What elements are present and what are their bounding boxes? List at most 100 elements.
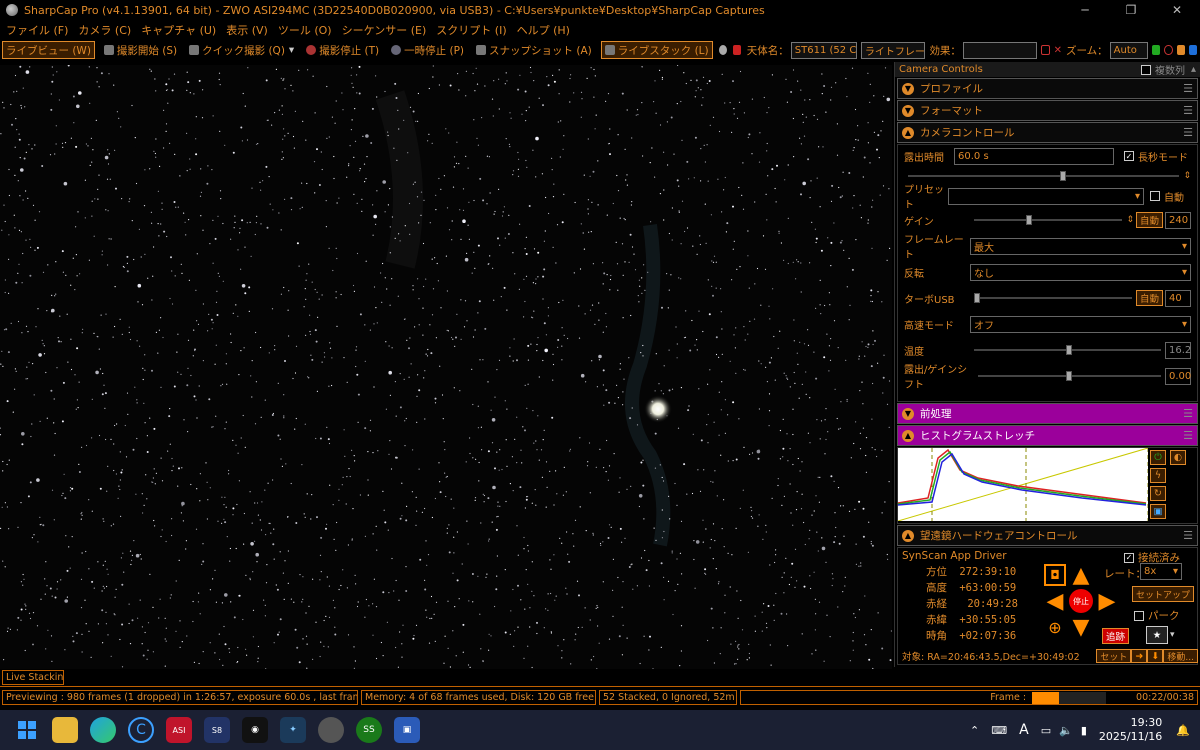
turbo-usb-value[interactable]: 40 (1165, 289, 1191, 307)
offset-slider[interactable] (978, 371, 1161, 381)
menu-icon[interactable]: ☰ (1183, 529, 1193, 542)
histogram-plot[interactable] (898, 448, 1148, 521)
slider-knob[interactable] (974, 293, 980, 303)
menu-icon[interactable]: ☰ (1183, 104, 1193, 117)
stellarium-icon[interactable]: S8 (204, 717, 230, 743)
astro-app-icon[interactable]: ✦ (280, 717, 306, 743)
stop-capture-button[interactable]: 撮影停止 (T) (303, 41, 382, 59)
notification-bell-icon[interactable]: 🔔 (1176, 724, 1190, 737)
arrow-right-icon[interactable]: ▶ (1094, 588, 1120, 614)
target-icon[interactable] (1164, 45, 1173, 55)
phd-guiding-icon[interactable]: ◉ (242, 717, 268, 743)
start-capture-button[interactable]: 撮影開始 (S) (101, 41, 180, 59)
histogram-icon[interactable] (1152, 45, 1161, 55)
windows-start-icon[interactable] (14, 717, 40, 743)
quick-capture-button[interactable]: クイック撮影 (Q) ▾ (186, 41, 297, 59)
clock[interactable]: 19:30 2025/11/16 (1099, 716, 1162, 744)
section-telescope[interactable]: ▲ 望遠鏡ハードウェアコントロール ☰ (897, 525, 1198, 546)
menu-icon[interactable]: ☰ (1183, 429, 1193, 442)
arrow-right-icon[interactable]: ➜ (1131, 649, 1148, 663)
network-icon[interactable]: ▭ (1041, 724, 1051, 737)
arrow-down-icon[interactable]: ⬇ (1147, 649, 1164, 663)
spin-icon[interactable]: ⇕ (1183, 171, 1191, 181)
pause-button[interactable]: 一時停止 (P) (388, 41, 467, 59)
menu-icon[interactable]: ☰ (1183, 126, 1193, 139)
preset-auto-checkbox[interactable] (1150, 191, 1160, 201)
section-camera-control[interactable]: ▲ カメラコントロール ☰ (897, 122, 1198, 143)
chevron-down-icon[interactable]: ▾ (1170, 630, 1175, 640)
preset-select[interactable]: ▾ (948, 187, 1144, 205)
save-icon[interactable]: ▣ (1150, 504, 1166, 519)
flip-select[interactable]: なし ▾ (970, 263, 1191, 281)
stop-button[interactable]: 停止 (1069, 589, 1093, 613)
menu-view[interactable]: 表示 (V) (226, 22, 268, 38)
gain-auto-button[interactable]: 自動 (1135, 212, 1163, 228)
sharpcap-taskbar-icon[interactable] (318, 717, 344, 743)
exposure-slider[interactable] (908, 171, 1180, 181)
flame-icon[interactable] (1176, 45, 1185, 55)
section-format[interactable]: ▼ フォーマット ☰ (897, 100, 1198, 121)
reticle-icon[interactable] (1041, 45, 1050, 55)
copilot-icon[interactable]: C (128, 717, 154, 743)
close-icon[interactable]: ✕ (1154, 0, 1200, 20)
menu-scripting[interactable]: スクリプト (I) (436, 22, 506, 38)
menu-capture[interactable]: キャプチャ (U) (141, 22, 216, 38)
menu-camera[interactable]: カメラ (C) (78, 22, 131, 38)
arrow-up-icon[interactable]: ▲ (1068, 562, 1094, 588)
section-histogram[interactable]: ▲ ヒストグラムストレッチ ☰ (897, 425, 1198, 446)
section-profile[interactable]: ▼ プロファイル ☰ (897, 78, 1198, 99)
menu-tools[interactable]: ツール (O) (278, 22, 332, 38)
chevron-up-icon[interactable]: ⌃ (970, 724, 979, 737)
long-mode-checkbox[interactable]: ✓ (1124, 151, 1134, 161)
keyboard-icon[interactable]: ⌨ (991, 724, 1007, 737)
highspeed-select[interactable]: オフ ▾ (970, 315, 1191, 333)
arrow-down-icon[interactable]: ▼ (1068, 614, 1094, 640)
live-view-button[interactable]: ライブビュー (W) (2, 41, 95, 59)
snapshot-button[interactable]: スナップショット (A) (473, 41, 595, 59)
crosshair-icon[interactable]: ✕ (1054, 45, 1062, 56)
rate-select[interactable]: 8x ▾ (1140, 563, 1182, 580)
target-crosshair-icon[interactable]: ⊕ (1042, 614, 1068, 640)
ime-indicator[interactable]: A (1019, 722, 1029, 738)
battery-icon[interactable]: ▮ (1081, 724, 1087, 737)
pin-icon[interactable] (1188, 45, 1198, 55)
exposure-input[interactable]: 60.0 s (954, 147, 1114, 165)
minimize-icon[interactable]: ─ (1062, 0, 1108, 20)
zoom-select[interactable]: Auto (1109, 41, 1149, 59)
file-explorer-icon[interactable] (52, 717, 78, 743)
moon-icon[interactable] (718, 45, 727, 55)
contrast-icon[interactable]: ◐ (1170, 450, 1186, 465)
menu-help[interactable]: ヘルプ (H) (517, 22, 570, 38)
connected-checkbox[interactable]: ✓ (1124, 552, 1134, 563)
asi-studio-icon[interactable]: ASI (166, 717, 192, 743)
remote-desktop-icon[interactable]: ▣ (394, 717, 420, 743)
menu-icon[interactable]: ☰ (1183, 82, 1193, 95)
power-icon[interactable]: ⏻ (1150, 450, 1166, 465)
gain-slider[interactable] (974, 215, 1123, 225)
scroll-up-icon[interactable]: ▴ (1191, 64, 1196, 75)
turbo-usb-slider[interactable] (974, 293, 1132, 303)
turbo-auto-button[interactable]: 自動 (1135, 290, 1163, 306)
slider-knob[interactable] (1066, 371, 1072, 381)
move-button[interactable]: 移動... (1163, 649, 1198, 663)
set-button[interactable]: セット (1096, 649, 1132, 663)
inc-icon[interactable] (732, 45, 741, 55)
slider-knob[interactable] (1026, 215, 1032, 225)
multi-column-checkbox[interactable] (1140, 64, 1151, 75)
synscan-icon[interactable]: SS (356, 717, 382, 743)
section-preprocess[interactable]: ▼ 前処理 ☰ (897, 403, 1198, 424)
target-select[interactable]: ST611 (52 CYC (790, 41, 857, 59)
arrow-left-icon[interactable]: ◀ (1042, 588, 1068, 614)
menu-file[interactable]: ファイル (F) (6, 22, 68, 38)
volume-icon[interactable]: 🔈 (1059, 724, 1073, 737)
framerate-select[interactable]: 最大 ▾ (970, 237, 1191, 255)
edge-browser-icon[interactable] (90, 717, 116, 743)
reset-icon[interactable]: ↻ (1150, 486, 1166, 501)
maximize-icon[interactable]: ❐ (1108, 0, 1154, 20)
star-icon[interactable]: ★ (1146, 626, 1168, 644)
image-viewer[interactable] (0, 65, 892, 669)
frame-type-select[interactable]: ライトフレーム (860, 41, 926, 59)
sync-icon[interactable]: ◘ (1044, 564, 1066, 586)
live-stack-button[interactable]: ライブスタック (L) (600, 41, 713, 59)
lightning-icon[interactable]: ϟ (1150, 468, 1166, 483)
